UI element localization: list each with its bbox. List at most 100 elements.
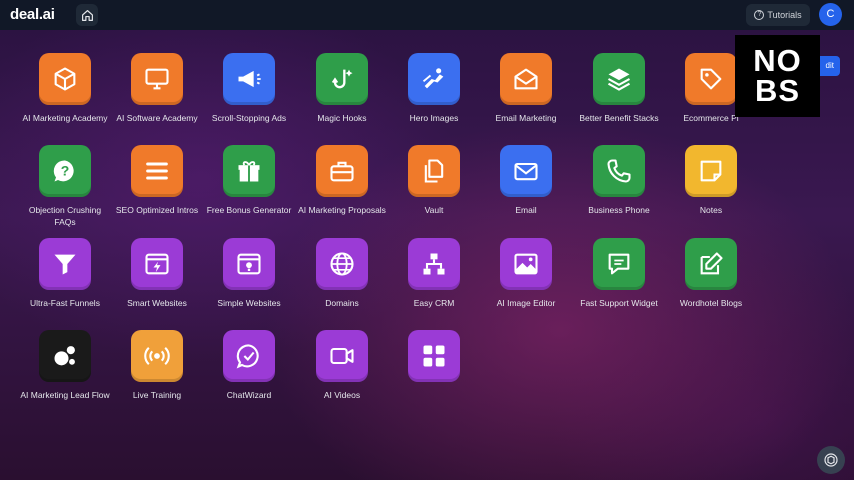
app-tile-simple-websites[interactable]: Simple Websites <box>204 238 294 328</box>
app-icon-box[interactable] <box>223 330 275 382</box>
svg-text:?: ? <box>61 163 70 179</box>
app-tile-domains[interactable]: Domains <box>297 238 387 328</box>
app-tile-smart-websites[interactable]: Smart Websites <box>112 238 202 328</box>
home-button[interactable] <box>76 4 98 26</box>
app-tile-live-training[interactable]: Live Training <box>112 330 202 420</box>
app-tile-ai-marketing-lead-flow[interactable]: AI Marketing Lead Flow <box>20 330 110 420</box>
app-icon-box[interactable] <box>593 53 645 105</box>
gift-icon <box>238 161 260 182</box>
nobs-line-1: NO <box>753 43 802 78</box>
app-icon-box[interactable] <box>685 238 737 290</box>
app-tile-more-apps[interactable] <box>389 330 479 420</box>
broadcast-icon <box>144 347 170 365</box>
chat-assistant-button[interactable] <box>817 446 845 474</box>
app-tile-label: Email Marketing <box>495 113 557 123</box>
app-icon-box[interactable] <box>593 238 645 290</box>
edit-icon <box>700 252 723 275</box>
app-tile-scroll-stopping-ads[interactable]: Scroll-Stopping Ads <box>204 53 294 143</box>
app-icon-box[interactable] <box>223 238 275 290</box>
app-logo[interactable]: deal.ai <box>10 6 55 23</box>
app-tile-ultra-fast-funnels[interactable]: Ultra-Fast Funnels <box>20 238 110 328</box>
app-icon-box[interactable] <box>500 145 552 197</box>
app-tile-ai-videos[interactable]: AI Videos <box>297 330 387 420</box>
hook-icon <box>331 69 353 89</box>
app-tile-wordhotel-blogs[interactable]: Wordhotel Blogs <box>666 238 756 328</box>
app-tile-label: Simple Websites <box>217 298 281 308</box>
app-tile-label: Hero Images <box>409 113 459 123</box>
app-icon-box[interactable] <box>39 330 91 382</box>
app-icon-box[interactable] <box>223 145 275 197</box>
app-tile-label: AI Marketing Academy <box>22 113 108 123</box>
app-icon-box[interactable] <box>39 238 91 290</box>
app-tile-label: Better Benefit Stacks <box>579 113 659 123</box>
app-icon-box[interactable] <box>316 330 368 382</box>
app-tile-label: Ultra-Fast Funnels <box>30 298 100 308</box>
layers-icon <box>607 68 631 91</box>
app-icon-box[interactable] <box>593 145 645 197</box>
app-tile-label: Wordhotel Blogs <box>679 298 743 308</box>
user-avatar[interactable]: C <box>819 3 842 26</box>
app-tile-ai-software-academy[interactable]: AI Software Academy <box>112 53 202 143</box>
app-icon-box[interactable] <box>131 330 183 382</box>
app-tile-ai-image-editor[interactable]: AI Image Editor <box>481 238 571 328</box>
app-tile-objection-crushing-faqs[interactable]: ? Objection Crushing FAQs <box>20 145 110 235</box>
app-tile-label: Easy CRM <box>413 298 455 308</box>
app-icon-box[interactable] <box>223 53 275 105</box>
app-tile-label: AI Marketing Proposals <box>298 205 386 215</box>
app-tile-label: AI Marketing Lead Flow <box>20 390 110 400</box>
hero-icon <box>422 68 444 89</box>
app-icon-box[interactable] <box>685 53 737 105</box>
app-tile-label: Email <box>515 205 537 215</box>
app-tile-label: Domains <box>325 298 359 308</box>
app-tile-label: SEO Optimized Intros <box>115 205 199 215</box>
app-tile-ai-marketing-proposals[interactable]: AI Marketing Proposals <box>297 145 387 235</box>
app-tile-label: Business Phone <box>588 205 650 215</box>
app-icon-box[interactable] <box>408 53 460 105</box>
browser-bulb-icon <box>237 253 261 275</box>
sticky-note-icon <box>700 160 722 182</box>
nobs-watermark: NO BS <box>735 35 820 117</box>
globe-icon <box>330 252 354 276</box>
app-tile-email[interactable]: Email <box>481 145 571 235</box>
app-tile-notes[interactable]: Notes <box>666 145 756 235</box>
phone-icon <box>607 159 631 183</box>
chat-check-icon <box>236 344 259 369</box>
app-icon-box[interactable] <box>316 238 368 290</box>
funnel-icon <box>54 254 76 275</box>
help-icon: ? <box>754 10 765 20</box>
app-icon-box[interactable] <box>39 53 91 105</box>
envelope-icon <box>514 162 538 181</box>
app-tile-easy-crm[interactable]: Easy CRM <box>389 238 479 328</box>
app-tile-chatwizard[interactable]: ChatWizard <box>204 330 294 420</box>
app-icon-box[interactable] <box>316 53 368 105</box>
app-icon-box[interactable] <box>131 53 183 105</box>
app-icon-box[interactable] <box>408 330 460 382</box>
app-tile-ai-marketing-academy[interactable]: AI Marketing Academy <box>20 53 110 143</box>
org-chart-icon <box>423 253 445 275</box>
app-icon-box[interactable] <box>500 238 552 290</box>
app-icon-box[interactable] <box>500 53 552 105</box>
app-icon-box[interactable] <box>408 145 460 197</box>
app-icon-box[interactable] <box>131 145 183 197</box>
monitor-icon <box>145 68 169 90</box>
app-icon-box[interactable] <box>316 145 368 197</box>
app-icon-box[interactable] <box>408 238 460 290</box>
app-tile-free-bonus-generator[interactable]: Free Bonus Generator <box>204 145 294 235</box>
app-icon-box[interactable]: ? <box>39 145 91 197</box>
lines-icon <box>146 162 168 180</box>
app-tile-hero-images[interactable]: Hero Images <box>389 53 479 143</box>
app-tile-magic-hooks[interactable]: Magic Hooks <box>297 53 387 143</box>
app-tile-vault[interactable]: Vault <box>389 145 479 235</box>
app-icon-box[interactable] <box>685 145 737 197</box>
app-tile-email-marketing[interactable]: Email Marketing <box>481 53 571 143</box>
app-tile-business-phone[interactable]: Business Phone <box>574 145 664 235</box>
app-tile-label: Magic Hooks <box>317 113 367 123</box>
tutorials-button[interactable]: ? Tutorials <box>746 4 810 26</box>
app-tile-better-benefit-stacks[interactable]: Better Benefit Stacks <box>574 53 664 143</box>
app-icon-box[interactable] <box>131 238 183 290</box>
app-tile-seo-optimized-intros[interactable]: SEO Optimized Intros <box>112 145 202 235</box>
grid-icon <box>423 345 445 367</box>
app-tile-fast-support-widget[interactable]: Fast Support Widget <box>574 238 664 328</box>
question-bubble-icon: ? <box>53 160 74 182</box>
app-tile-label: Notes <box>699 205 723 215</box>
